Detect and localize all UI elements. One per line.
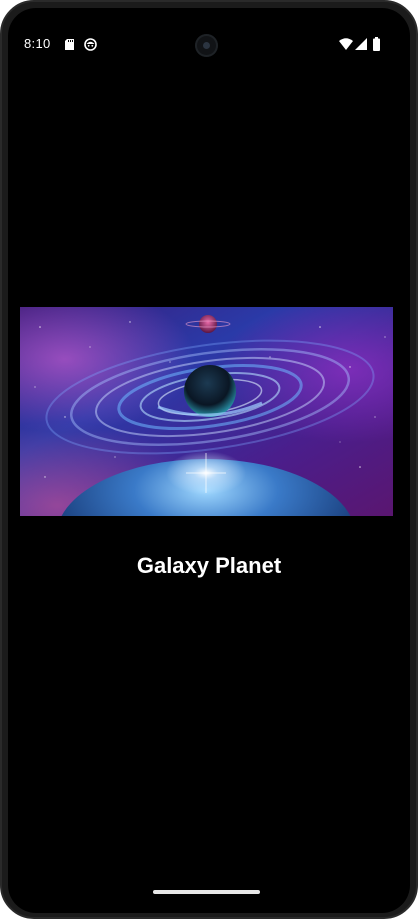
- screen: 8:10 Galaxy Planet: [8, 8, 410, 913]
- camera-icon: [195, 34, 218, 57]
- status-time: 8:10: [24, 36, 51, 51]
- battery-icon: [373, 37, 380, 51]
- device-frame: 8:10 Galaxy Planet: [0, 0, 418, 919]
- home-indicator[interactable]: [153, 890, 260, 894]
- galaxy-planet-image: [20, 307, 393, 516]
- cell-signal-icon: [355, 38, 367, 50]
- page-title: Galaxy Planet: [136, 553, 282, 578]
- sd-card-icon: [65, 39, 74, 50]
- status-bar: 8:10: [8, 8, 410, 58]
- face-icon: [84, 38, 97, 51]
- wifi-icon: [339, 38, 353, 50]
